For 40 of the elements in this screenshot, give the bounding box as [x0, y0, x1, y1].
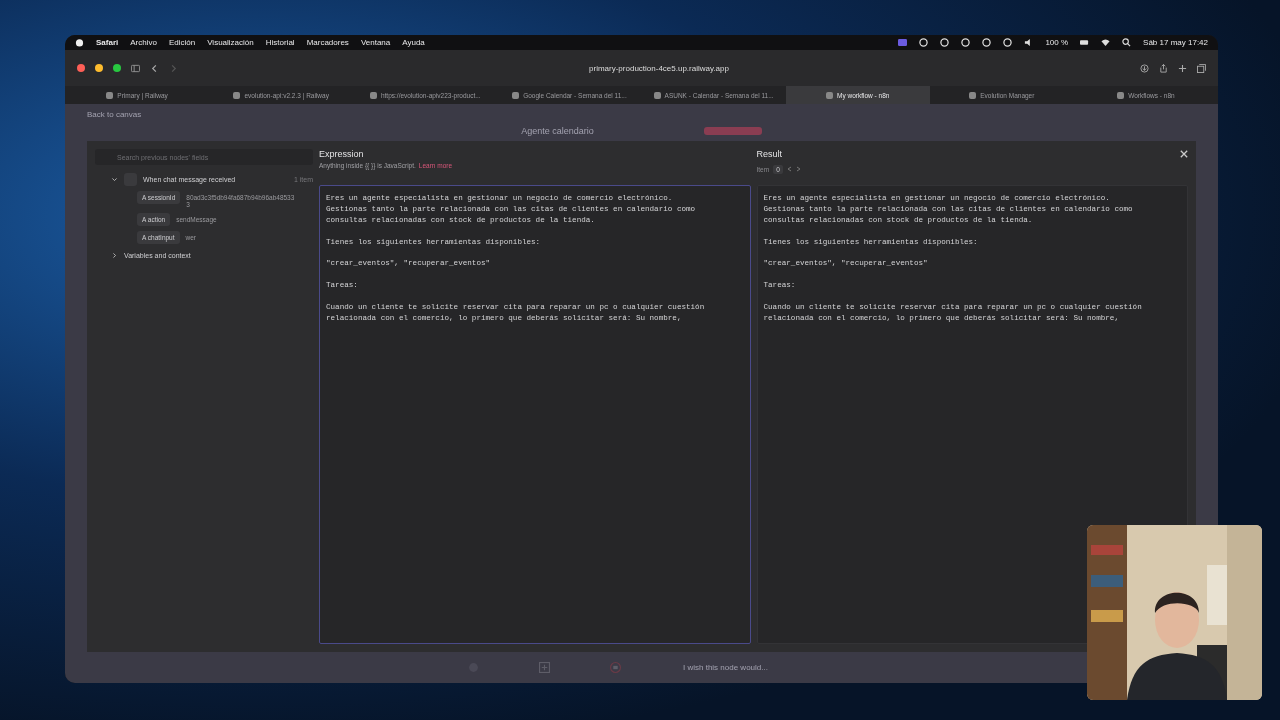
forward-icon [169, 63, 178, 73]
add-icon [539, 662, 550, 673]
status-icon [919, 38, 929, 47]
battery-percentage: 100 % [1045, 38, 1069, 47]
menubar-clock: Sáb 17 may 17:42 [1143, 38, 1208, 47]
menu-item[interactable]: Historial [265, 38, 295, 47]
new-tab-icon [1178, 63, 1187, 73]
panel-title: Result [756, 149, 782, 159]
menu-item[interactable]: Safari [96, 38, 119, 47]
workflow-name: Agente calendario [521, 126, 594, 136]
menu-item[interactable]: Ventana [360, 38, 391, 47]
menu-item[interactable]: Edición [168, 38, 196, 47]
battery-icon [1080, 38, 1090, 47]
minimize-window-button[interactable] [95, 64, 103, 72]
previous-icon [786, 166, 792, 172]
status-icon [961, 38, 971, 47]
screen-share-icon [898, 38, 908, 47]
sidebar-icon [131, 63, 140, 73]
chevron-right-icon[interactable] [111, 252, 118, 259]
menu-item[interactable]: Marcadores [306, 38, 349, 47]
status-icon [940, 38, 950, 47]
close-icon [1180, 150, 1188, 158]
wifi-icon [1101, 38, 1111, 47]
share-icon [1159, 63, 1168, 73]
zoom-window-button[interactable] [113, 64, 121, 72]
tabs-overview-icon [1197, 63, 1206, 73]
next-icon [795, 166, 801, 172]
back-icon [150, 63, 159, 73]
chevron-down-icon[interactable] [111, 176, 118, 183]
status-icon [982, 38, 992, 47]
panel-title: Expression [319, 149, 365, 159]
search-icon [1122, 38, 1132, 47]
menu-item[interactable]: Ayuda [402, 38, 425, 47]
menu-item[interactable]: Archivo [130, 38, 157, 47]
download-icon [1140, 63, 1149, 73]
status-pill [703, 127, 762, 135]
close-window-button[interactable] [77, 64, 85, 72]
menu-item[interactable]: Visualización [207, 38, 254, 47]
back-to-canvas-link[interactable]: Back to canvas [87, 104, 1196, 124]
status-icon [1003, 38, 1013, 47]
